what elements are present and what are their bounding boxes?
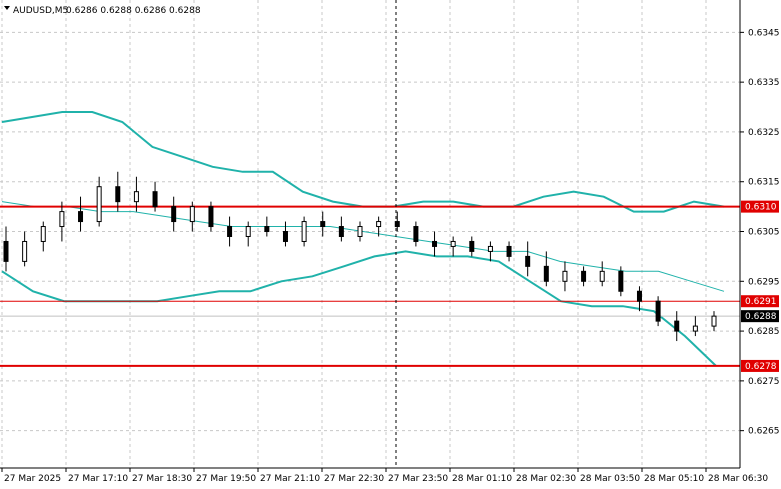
x-tick-label: 28 Mar 02:30	[516, 474, 576, 484]
candle-body	[487, 245, 493, 252]
candle-body	[357, 226, 363, 237]
candle-body	[338, 226, 344, 237]
bollinger-middle-line	[1, 201, 725, 292]
candle-body	[525, 255, 531, 267]
candle-body	[450, 240, 456, 247]
chart-window[interactable]: 0.6345 0.6335 0.6325 0.6315 0.6305 0.6295 0.62…	[0, 0, 781, 489]
candle-body	[78, 211, 84, 223]
level-badge-label: 0.6278	[745, 362, 777, 372]
candle-body	[413, 226, 419, 242]
candle-body	[152, 191, 158, 208]
level-badge-label: 0.6291	[745, 297, 777, 307]
bollinger-bands	[1, 111, 725, 367]
x-tick-label: 28 Mar 01:10	[452, 474, 512, 484]
candle-body	[133, 191, 139, 203]
price-axis	[0, 0, 741, 469]
candle-body	[599, 270, 605, 282]
candle-body	[692, 325, 698, 332]
horizontal-levels[interactable]	[0, 205, 740, 367]
grid	[0, 0, 740, 468]
candle-body	[245, 226, 251, 237]
level-badge-label: 0.6310	[745, 203, 777, 213]
x-tick-label: 27 Mar 23:50	[388, 474, 448, 484]
candle-body	[506, 245, 512, 257]
candle-body	[636, 290, 642, 302]
y-tick-label: 0.6335	[748, 78, 780, 88]
y-tick-label: 0.6315	[748, 178, 780, 188]
bollinger-upper-line	[1, 111, 725, 213]
candle-body	[376, 221, 382, 228]
ohlc-label: 0.6286 0.6288 0.6286 0.6288	[66, 6, 201, 16]
candle-body	[171, 206, 177, 223]
candle-body	[469, 240, 475, 252]
candle-body	[189, 206, 195, 223]
candle-body	[301, 221, 307, 242]
y-tick-label: 0.6285	[748, 327, 780, 337]
symbol-label: AUDUSD,M5	[13, 6, 68, 16]
candle-body	[227, 226, 233, 237]
chart-header: AUDUSD,M5 0.6286 0.6288 0.6286 0.6288	[4, 6, 201, 16]
candle-body	[320, 221, 326, 228]
y-tick-label: 0.6325	[748, 128, 780, 138]
x-tick-label: 27 Mar 22:30	[324, 474, 384, 484]
candle-body	[655, 300, 661, 322]
candle-body	[208, 206, 214, 228]
current-price-label: 0.6288	[745, 312, 777, 322]
x-tick-label: 27 Mar 21:10	[260, 474, 320, 484]
x-tick-label: 28 Mar 06:30	[708, 474, 768, 484]
y-tick-label: 0.6295	[748, 277, 780, 287]
candle-body	[264, 226, 270, 233]
y-tick-label: 0.6265	[748, 427, 780, 437]
candle-body	[674, 320, 680, 332]
candle-body	[3, 240, 9, 262]
x-tick-label: 28 Mar 03:50	[580, 474, 640, 484]
y-tick-labels: 0.6345 0.6335 0.6325 0.6315 0.6305 0.6295 0.62…	[740, 28, 780, 437]
candle-body	[581, 270, 587, 282]
x-tick-label: 27 Mar 17:10	[68, 474, 128, 484]
candle-body	[40, 226, 46, 242]
candle-body	[562, 270, 568, 282]
dropdown-triangle-icon[interactable]	[4, 6, 10, 10]
y-tick-label: 0.6345	[748, 28, 780, 38]
candle-body	[59, 211, 65, 228]
candle-body	[711, 315, 717, 327]
y-tick-label: 0.6305	[748, 228, 780, 238]
candle-body	[618, 270, 624, 292]
candle-body	[96, 186, 102, 223]
candle-body	[22, 240, 28, 262]
candle-body	[543, 265, 549, 282]
x-tick-label: 27 Mar 18:30	[132, 474, 192, 484]
x-tick-label: 28 Mar 05:10	[644, 474, 704, 484]
x-tick-label: 27 Mar 2025	[4, 474, 61, 484]
chart-canvas[interactable]: 0.6345 0.6335 0.6325 0.6315 0.6305 0.6295 0.62…	[0, 0, 781, 489]
candle-body	[115, 186, 121, 203]
x-tick-labels: 27 Mar 2025 27 Mar 17:10 27 Mar 18:30 27 Ma…	[1, 468, 768, 484]
candle-body	[432, 240, 438, 247]
y-tick-label: 0.6275	[748, 377, 780, 387]
candle-body	[282, 231, 288, 242]
x-tick-label: 27 Mar 19:50	[196, 474, 256, 484]
